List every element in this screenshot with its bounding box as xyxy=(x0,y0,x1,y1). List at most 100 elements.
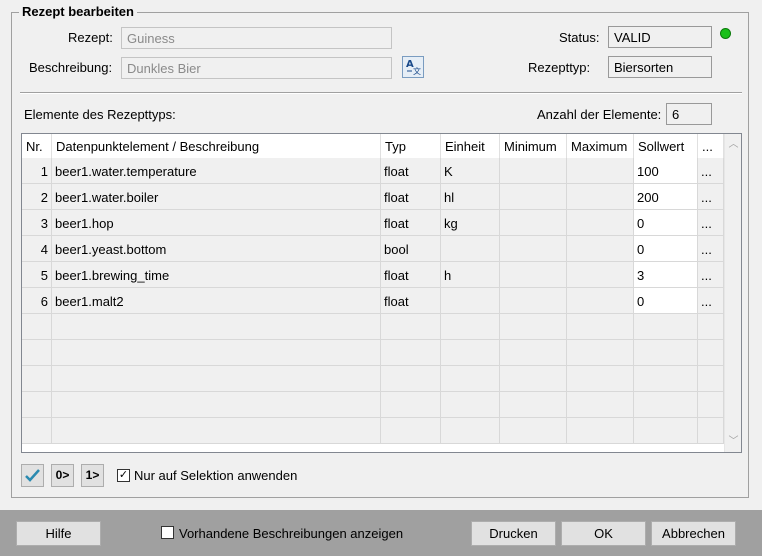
apply-button[interactable] xyxy=(21,464,44,487)
set-one-button[interactable]: 1> xyxy=(81,464,104,487)
row-number: 4 xyxy=(22,236,52,262)
minimum-cell xyxy=(500,314,567,340)
row-number: 1 xyxy=(22,158,52,184)
table-row[interactable] xyxy=(22,340,724,366)
table-row[interactable] xyxy=(22,392,724,418)
type-cell: bool xyxy=(381,236,441,262)
row-number xyxy=(22,392,52,418)
header-minimum[interactable]: Minimum xyxy=(500,134,567,158)
unit-cell xyxy=(441,288,500,314)
element-count-field: 6 xyxy=(666,103,712,125)
svg-text:文: 文 xyxy=(413,66,421,76)
unit-cell xyxy=(441,392,500,418)
header-maximum[interactable]: Maximum xyxy=(567,134,634,158)
minimum-cell xyxy=(500,392,567,418)
more-button[interactable]: ... xyxy=(698,288,724,314)
vertical-scrollbar[interactable]: ︿ ﹀ xyxy=(724,134,741,452)
table-row[interactable] xyxy=(22,366,724,392)
minimum-cell xyxy=(500,340,567,366)
more-button[interactable]: ... xyxy=(698,262,724,288)
table-row[interactable]: 6 beer1.malt2 float 0... xyxy=(22,288,724,314)
header-element[interactable]: Datenpunktelement / Beschreibung xyxy=(52,134,381,158)
setpoint-cell[interactable]: 3 xyxy=(634,262,698,288)
table-row[interactable]: 4 beer1.yeast.bottom bool 0... xyxy=(22,236,724,262)
table-row[interactable]: 2 beer1.water.boiler float hl 200... xyxy=(22,184,724,210)
setpoint-cell[interactable]: 200 xyxy=(634,184,698,210)
header-unit[interactable]: Einheit xyxy=(441,134,500,158)
unit-cell: hl xyxy=(441,184,500,210)
set-zero-button[interactable]: 0> xyxy=(51,464,74,487)
element-cell: beer1.yeast.bottom xyxy=(52,236,381,262)
row-number xyxy=(22,314,52,340)
minimum-cell xyxy=(500,288,567,314)
elements-label: Elemente des Rezepttyps: xyxy=(24,107,176,122)
scroll-up-icon[interactable]: ︿ xyxy=(725,136,741,153)
header-setpoint[interactable]: Sollwert xyxy=(634,134,698,158)
setpoint-cell[interactable]: 0 xyxy=(634,236,698,262)
header-type[interactable]: Typ xyxy=(381,134,441,158)
maximum-cell xyxy=(567,366,634,392)
type-cell xyxy=(381,392,441,418)
more-button[interactable]: ... xyxy=(698,210,724,236)
print-button[interactable]: Drucken xyxy=(471,521,556,546)
setpoint-cell xyxy=(634,418,698,444)
row-number: 2 xyxy=(22,184,52,210)
element-cell xyxy=(52,418,381,444)
table-row[interactable]: 1 beer1.water.temperature float K 100... xyxy=(22,158,724,184)
setpoint-cell xyxy=(634,366,698,392)
minimum-cell xyxy=(500,262,567,288)
type-cell: float xyxy=(381,288,441,314)
table-row[interactable]: 3 beer1.hop float kg 0... xyxy=(22,210,724,236)
element-cell: beer1.hop xyxy=(52,210,381,236)
header-more[interactable]: ... xyxy=(698,134,724,158)
row-number: 6 xyxy=(22,288,52,314)
translate-button[interactable]: A 文 xyxy=(402,56,424,78)
show-descriptions-checkbox[interactable] xyxy=(161,526,174,539)
table-header: Nr. Datenpunktelement / Beschreibung Typ… xyxy=(22,134,724,158)
scroll-down-icon[interactable]: ﹀ xyxy=(725,433,741,450)
status-indicator-icon xyxy=(720,28,731,39)
setpoint-cell[interactable]: 0 xyxy=(634,210,698,236)
selection-only-checkbox[interactable]: ✓ xyxy=(117,469,130,482)
more-button xyxy=(698,392,724,418)
element-cell: beer1.water.temperature xyxy=(52,158,381,184)
group-title: Rezept bearbeiten xyxy=(19,4,137,19)
maximum-cell xyxy=(567,184,634,210)
cancel-button[interactable]: Abbrechen xyxy=(651,521,736,546)
more-button[interactable]: ... xyxy=(698,236,724,262)
header-nr[interactable]: Nr. xyxy=(22,134,52,158)
maximum-cell xyxy=(567,314,634,340)
element-cell: beer1.brewing_time xyxy=(52,262,381,288)
setpoint-cell[interactable]: 100 xyxy=(634,158,698,184)
minimum-cell xyxy=(500,236,567,262)
more-button xyxy=(698,314,724,340)
description-field[interactable]: Dunkles Bier xyxy=(121,57,392,79)
elements-table[interactable]: Nr. Datenpunktelement / Beschreibung Typ… xyxy=(21,133,742,453)
unit-cell: kg xyxy=(441,210,500,236)
setpoint-cell[interactable]: 0 xyxy=(634,288,698,314)
unit-cell xyxy=(441,366,500,392)
maximum-cell xyxy=(567,288,634,314)
row-number xyxy=(22,340,52,366)
help-button[interactable]: Hilfe xyxy=(16,521,101,546)
type-cell xyxy=(381,366,441,392)
more-button[interactable]: ... xyxy=(698,184,724,210)
unit-cell xyxy=(441,314,500,340)
element-cell: beer1.malt2 xyxy=(52,288,381,314)
maximum-cell xyxy=(567,236,634,262)
more-button xyxy=(698,418,724,444)
row-number: 5 xyxy=(22,262,52,288)
more-button[interactable]: ... xyxy=(698,158,724,184)
status-field: VALID xyxy=(608,26,712,48)
table-row[interactable] xyxy=(22,418,724,444)
element-cell: beer1.water.boiler xyxy=(52,184,381,210)
type-cell: float xyxy=(381,158,441,184)
minimum-cell xyxy=(500,418,567,444)
maximum-cell xyxy=(567,418,634,444)
recipe-name-field[interactable]: Guiness xyxy=(121,27,392,49)
table-row[interactable]: 5 beer1.brewing_time float h 3... xyxy=(22,262,724,288)
minimum-cell xyxy=(500,158,567,184)
ok-button[interactable]: OK xyxy=(561,521,646,546)
type-cell xyxy=(381,314,441,340)
table-row[interactable] xyxy=(22,314,724,340)
